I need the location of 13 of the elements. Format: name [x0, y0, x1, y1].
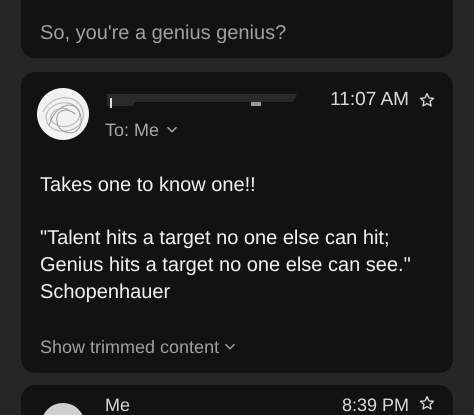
recipient-toggle[interactable]: To: Me	[105, 116, 180, 144]
sender-name: Me	[105, 394, 130, 414]
message-card[interactable]: So, you're a genius genius?	[21, 0, 453, 58]
star-icon[interactable]	[419, 92, 435, 108]
show-trimmed-link[interactable]: Show trimmed content	[35, 334, 238, 360]
star-icon[interactable]	[419, 394, 435, 410]
message-time: 11:07 AM	[330, 88, 409, 112]
message-paragraph: "Talent hits a target no one else can hit; Genius hits a target no one else can see." Schopenhauer	[40, 226, 412, 304]
message-card[interactable]: Me 8:39 PM	[21, 384, 453, 415]
avatar-scribble-drawing	[35, 86, 91, 142]
message-time: 8:39 PM	[342, 394, 409, 414]
message-snippet: So, you're a genius genius?	[40, 21, 288, 46]
message-paragraph: Takes one to know one!!	[40, 172, 257, 198]
